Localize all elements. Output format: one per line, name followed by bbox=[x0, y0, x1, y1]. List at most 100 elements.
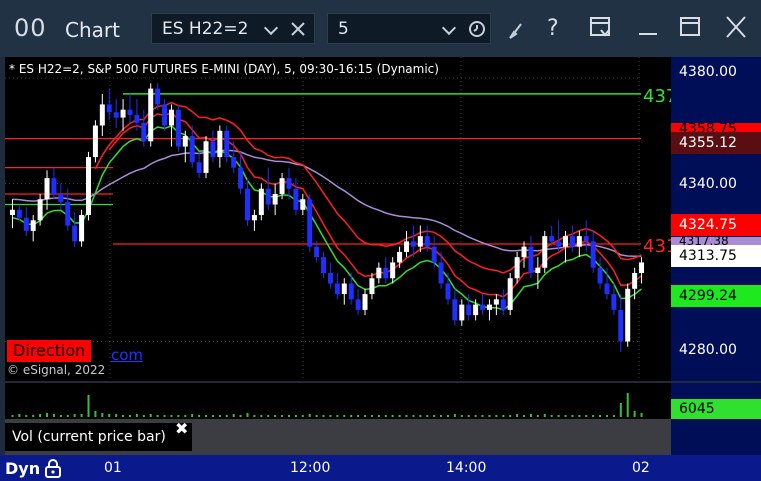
volume-bar bbox=[619, 403, 622, 417]
candle bbox=[203, 141, 209, 173]
svg-text:?: ? bbox=[547, 16, 559, 41]
volume-bar bbox=[170, 415, 173, 417]
close-window-icon[interactable] bbox=[724, 14, 748, 42]
volume-bar bbox=[108, 414, 111, 417]
volume-bar bbox=[633, 411, 636, 417]
candle bbox=[44, 178, 50, 200]
lock-icon[interactable] bbox=[45, 459, 61, 478]
volume-bar bbox=[198, 415, 201, 417]
candle bbox=[486, 304, 492, 310]
candle bbox=[597, 267, 603, 284]
candle bbox=[569, 236, 575, 247]
candle bbox=[410, 241, 416, 247]
candle bbox=[120, 109, 126, 118]
price-tick: 4340.00 bbox=[679, 176, 737, 192]
volume-bar bbox=[502, 415, 505, 417]
volume-bar bbox=[536, 415, 539, 417]
volume-bar bbox=[357, 415, 360, 417]
volume-bar bbox=[405, 415, 408, 417]
volume-bar bbox=[488, 415, 491, 417]
volume-bar bbox=[239, 415, 242, 417]
price-chart[interactable]: 437 431 bbox=[5, 57, 677, 381]
candle bbox=[307, 199, 313, 247]
volume-bar bbox=[308, 414, 311, 417]
volume-tooltip: Vol (current price bar) bbox=[5, 423, 192, 451]
candle bbox=[376, 267, 382, 279]
candle bbox=[182, 136, 188, 147]
copyright: © eSignal, 2022 bbox=[7, 363, 106, 377]
volume-bar bbox=[336, 415, 339, 417]
volume-bar bbox=[246, 413, 249, 417]
volume-bar bbox=[301, 415, 304, 417]
volume-bar bbox=[391, 415, 394, 417]
volume-bar bbox=[412, 415, 415, 417]
price-axis[interactable]: 4380.00 4340.00 4280.00 4358.75 4355.12 … bbox=[671, 57, 761, 381]
candle bbox=[521, 246, 527, 258]
brand-link[interactable]: com bbox=[111, 346, 143, 364]
candle bbox=[9, 209, 15, 216]
candle bbox=[79, 215, 85, 242]
maximize-icon[interactable] bbox=[678, 14, 702, 42]
candle bbox=[590, 241, 596, 268]
candle bbox=[155, 88, 161, 105]
price-box-vwap-hidden: 4317.38 bbox=[671, 237, 761, 245]
candle bbox=[16, 209, 22, 218]
volume-bar bbox=[640, 413, 643, 417]
chevron-down-icon bbox=[263, 20, 279, 36]
edge-label-red: 431 bbox=[643, 236, 671, 257]
price-box-last: 4313.75 bbox=[671, 245, 761, 267]
candle bbox=[127, 109, 133, 115]
candle bbox=[397, 251, 403, 263]
volume-bar bbox=[232, 414, 235, 417]
candle bbox=[37, 199, 43, 221]
volume-bar bbox=[578, 415, 581, 417]
volume-bar bbox=[66, 415, 69, 417]
candle bbox=[265, 188, 271, 205]
candle bbox=[314, 246, 320, 258]
draw-tool-icon[interactable] bbox=[506, 14, 524, 42]
candle bbox=[23, 217, 29, 231]
volume-bar bbox=[509, 415, 512, 417]
candle bbox=[611, 294, 617, 310]
candle bbox=[217, 130, 223, 158]
minimize-icon[interactable] bbox=[636, 14, 660, 42]
candle bbox=[625, 288, 631, 342]
study-panel[interactable]: Vol (current price bar) ✖ bbox=[5, 419, 671, 455]
close-icon[interactable]: ✖ bbox=[175, 419, 188, 438]
volume-bar bbox=[370, 415, 373, 417]
volume-bar bbox=[467, 415, 470, 417]
symbol-select[interactable]: ES H22=2 bbox=[151, 13, 315, 44]
candle bbox=[431, 246, 437, 263]
candle bbox=[148, 88, 154, 142]
price-chart-panel[interactable]: 437 431 * ES H22=2, S&P 500 FUTURES E-MIN… bbox=[5, 57, 677, 381]
volume-panel[interactable] bbox=[5, 383, 671, 419]
help-icon[interactable]: ? bbox=[545, 14, 565, 42]
candle bbox=[286, 178, 292, 189]
ema-line-green bbox=[12, 125, 642, 311]
volume-bar bbox=[440, 415, 443, 417]
interval-select[interactable]: 5 bbox=[327, 13, 491, 44]
template-icon[interactable] bbox=[589, 14, 613, 42]
candle bbox=[58, 193, 64, 202]
volume-bar bbox=[52, 414, 55, 417]
time-axis[interactable]: Dyn 01 12:00 14:00 02 bbox=[0, 455, 761, 481]
candle bbox=[341, 283, 347, 295]
direction-badge[interactable]: Direction bbox=[7, 340, 92, 362]
time-mode[interactable]: Dyn bbox=[5, 459, 40, 478]
candle bbox=[51, 178, 57, 194]
candle bbox=[563, 236, 568, 247]
volume-bar bbox=[294, 415, 297, 417]
candle bbox=[231, 157, 237, 168]
close-icon[interactable] bbox=[290, 21, 306, 37]
volume-bar bbox=[205, 415, 208, 417]
candle bbox=[334, 283, 340, 295]
candle bbox=[30, 220, 36, 231]
clock-icon[interactable] bbox=[468, 20, 486, 38]
volume-bar bbox=[149, 414, 152, 417]
volume-bar bbox=[267, 415, 270, 417]
volume-bar bbox=[481, 415, 484, 417]
candle bbox=[500, 299, 506, 310]
candle bbox=[514, 257, 520, 279]
candle bbox=[293, 188, 299, 210]
volume-bar bbox=[453, 414, 456, 417]
